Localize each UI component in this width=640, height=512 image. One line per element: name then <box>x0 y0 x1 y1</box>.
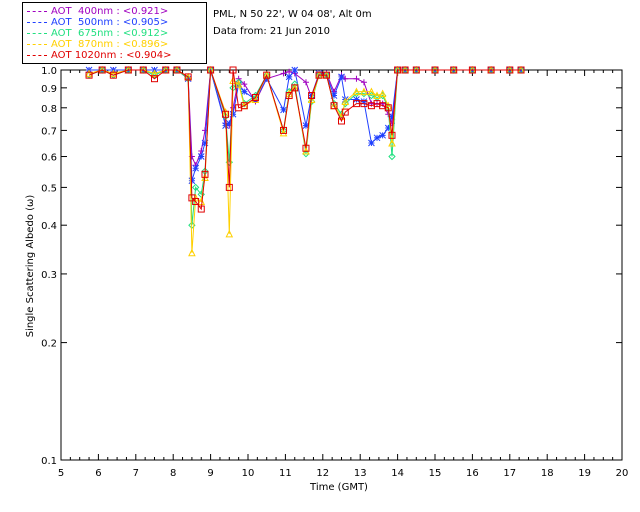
x-tick-label: 15 <box>429 468 442 479</box>
y-axis-label: Single Scattering Albedo (ω) <box>25 195 36 338</box>
data-point-star <box>280 106 287 114</box>
x-tick-label: 10 <box>242 468 255 479</box>
y-tick-label: 0.2 <box>41 339 57 350</box>
series-line <box>88 69 522 253</box>
plot-frame <box>60 69 623 461</box>
data-point-star <box>229 110 237 118</box>
x-tick-label: 12 <box>316 468 329 479</box>
y-tick-label: 0.1 <box>41 456 57 467</box>
data-point-star <box>379 131 386 139</box>
data-point-star <box>353 96 360 103</box>
x-tick-label: 14 <box>391 468 404 479</box>
x-tick-label: 20 <box>616 468 629 479</box>
data-point-star <box>285 73 293 81</box>
x-tick-label: 18 <box>541 468 554 479</box>
data-point-plus <box>360 79 367 86</box>
data-point-star <box>368 139 375 147</box>
series-line <box>88 69 522 211</box>
x-tick-label: 16 <box>466 468 479 479</box>
x-tick-label: 7 <box>133 468 139 479</box>
data-point-star <box>373 134 381 142</box>
y-tick-label: 0.9 <box>41 84 57 95</box>
scatter-chart: 5 6 7 8 9 10 11 12 13 14 15 16 17 18 19 20 0.1 0.2 0.3 0.4 0… <box>25 65 629 493</box>
x-axis-label: Time (GMT) <box>309 482 368 493</box>
data-point-star <box>291 66 299 74</box>
data-point-star <box>338 73 345 81</box>
x-tick-label: 17 <box>503 468 516 479</box>
x-tick-label: 9 <box>207 468 213 479</box>
y-tick-label: 0.5 <box>41 183 57 194</box>
y-tick-label: 0.8 <box>41 104 57 115</box>
y-tick-label: 0.4 <box>41 221 57 232</box>
data-point-plus <box>353 75 360 82</box>
y-tick-label: 0.7 <box>41 126 57 137</box>
x-tick-label: 6 <box>95 468 101 479</box>
data-point-star <box>197 153 205 160</box>
x-tick-label: 19 <box>578 468 591 479</box>
y-tick-label: 0.3 <box>41 270 57 281</box>
data-point-star <box>192 164 199 172</box>
x-tick-label: 13 <box>354 468 367 479</box>
x-tick-label: 5 <box>58 468 64 479</box>
y-tick-label: 1.0 <box>41 66 57 77</box>
x-tick-label: 11 <box>279 468 292 479</box>
y-tick-label: 0.6 <box>41 153 57 164</box>
x-tick-label: 8 <box>170 468 176 479</box>
